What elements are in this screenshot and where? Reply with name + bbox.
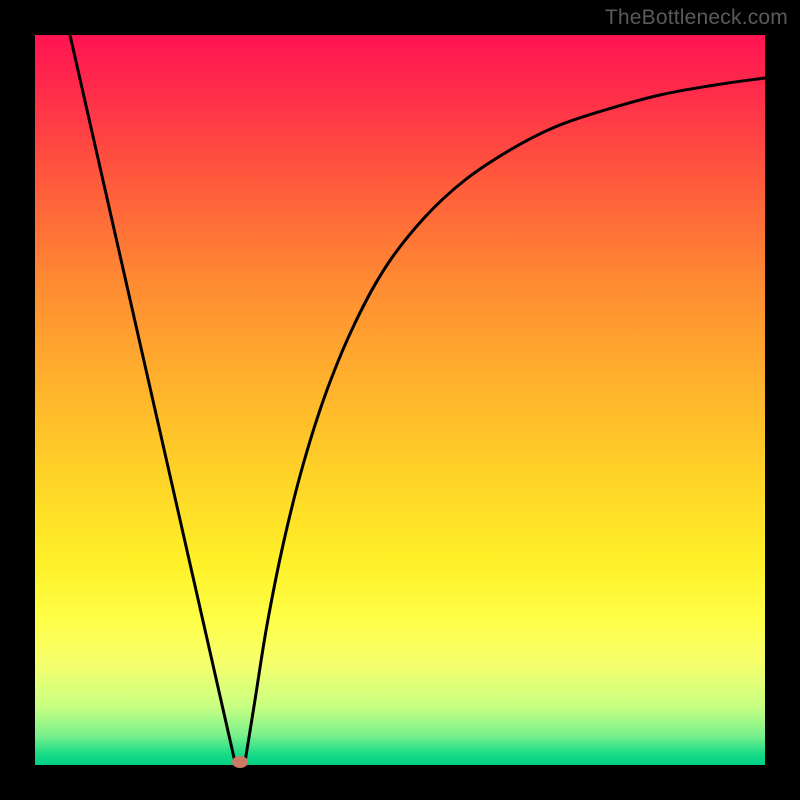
chart-svg — [35, 35, 765, 765]
curve-left-branch — [70, 35, 235, 762]
plot-area — [35, 35, 765, 765]
chart-frame: TheBottleneck.com — [0, 0, 800, 800]
attribution-label: TheBottleneck.com — [605, 6, 788, 30]
curve-right-branch — [245, 78, 765, 762]
minimum-marker — [232, 756, 248, 768]
